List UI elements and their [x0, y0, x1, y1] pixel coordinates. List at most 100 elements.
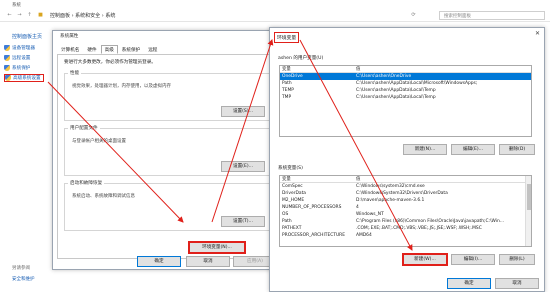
forward-arrow-icon[interactable]: →: [16, 12, 23, 19]
dialog-title: 系统属性: [53, 31, 280, 41]
table-header: 变量 值: [280, 66, 531, 73]
dialog-title: 环境变量: [274, 32, 300, 43]
scrollbar[interactable]: [525, 176, 531, 246]
performance-group: 性能 视觉效果，处理器计划，内存使用，以及虚拟内存 设置(S)...: [64, 70, 272, 121]
var-name: PATHEXT: [282, 226, 302, 231]
sidebar-item-label: 设备管理器: [12, 46, 35, 51]
search-input[interactable]: 搜索控制面板: [439, 11, 545, 20]
performance-settings-button[interactable]: 设置(S)...: [221, 106, 265, 117]
table-row[interactable]: TMP C:\Users\ashen\AppData\Local\Temp: [280, 94, 531, 101]
environment-variables-button[interactable]: 环境变量(N)...: [189, 242, 245, 253]
user-new-button[interactable]: 新建(N)...: [403, 144, 447, 155]
shield-icon: [5, 75, 11, 81]
breadcrumb[interactable]: 控制面板 › 系统和安全 › 系统: [50, 12, 115, 19]
table-row[interactable]: Path C:\Program Files (x86)\Common Files…: [280, 218, 531, 225]
system-vars-label: 系统变量(S): [278, 166, 303, 171]
group-title: 性能: [68, 70, 82, 76]
sidebar-item-label: 高级系统设置: [13, 76, 41, 81]
back-arrow-icon[interactable]: ←: [6, 12, 13, 19]
environment-variables-dialog: 环境变量 ✕ ashen 的用户变量(U) 变量 值 OneDrive C:\U…: [269, 27, 545, 292]
see-also-heading: 另请参阅: [12, 266, 30, 271]
group-title: 启动和故障恢复: [68, 180, 105, 186]
var-name: ComSpec: [282, 184, 303, 189]
table-header: 变量 值: [280, 176, 531, 183]
security-maintenance-link[interactable]: 安全和维护: [12, 276, 35, 282]
var-value: C:\Users\ashen\AppData\Local\Temp: [356, 88, 436, 93]
column-header-var: 变量: [282, 67, 291, 72]
shield-icon: [4, 45, 10, 51]
tab-strip: 计算机名 硬件 高级 系统保护 远程: [57, 45, 161, 54]
window-title: 系统: [12, 3, 21, 8]
sidebar-item-device-manager[interactable]: 设备管理器: [4, 44, 35, 52]
tab-remote[interactable]: 远程: [144, 45, 161, 54]
user-edit-button[interactable]: 编辑(E)...: [451, 144, 495, 155]
var-name: M2_HOME: [282, 198, 305, 203]
table-row[interactable]: ComSpec C:\Windows\system32\cmd.exe: [280, 183, 531, 190]
up-arrow-icon[interactable]: ↑: [26, 12, 33, 19]
var-value: C:\Users\ashen\AppData\Local\Microsoft\W…: [356, 81, 478, 86]
system-delete-button[interactable]: 删除(L): [499, 254, 535, 265]
table-row[interactable]: OS Windows_NT: [280, 211, 531, 218]
system-edit-button[interactable]: 编辑(I)...: [451, 254, 495, 265]
tab-computer-name[interactable]: 计算机名: [57, 45, 83, 54]
user-vars-table[interactable]: 变量 值 OneDrive C:\Users\ashen\OneDrive Pa…: [279, 65, 532, 137]
startup-recovery-group: 启动和故障恢复 系统启动、系统故障和调试信息 设置(T)...: [64, 180, 272, 231]
folder-icon: ■: [38, 12, 43, 18]
shield-icon: [4, 55, 10, 61]
var-name: DriverData: [282, 191, 306, 196]
refresh-icon[interactable]: ⟳: [410, 12, 417, 19]
var-value: C:\Program Files (x86)\Common Files\Orac…: [356, 219, 504, 224]
control-panel-home-link[interactable]: 控制面板主页: [12, 33, 42, 40]
var-name: OneDrive: [282, 74, 303, 79]
ok-button[interactable]: 确定: [447, 278, 491, 289]
tab-system-protection[interactable]: 系统保护: [118, 45, 144, 54]
close-icon[interactable]: ✕: [535, 30, 540, 37]
var-name: PROCESSOR_ARCHITECTURE: [282, 233, 346, 238]
sidebar-item-label: 远程设置: [12, 56, 31, 61]
table-row[interactable]: DriverData C:\Windows\System32\Drivers\D…: [280, 190, 531, 197]
ok-button[interactable]: 确定: [137, 256, 181, 267]
tab-advanced[interactable]: 高级: [100, 45, 118, 54]
table-row[interactable]: TEMP C:\Users\ashen\AppData\Local\Temp: [280, 87, 531, 94]
column-header-val: 值: [356, 177, 361, 182]
system-vars-table[interactable]: 变量 值 ComSpec C:\Windows\system32\cmd.exe…: [279, 175, 532, 247]
group-title: 用户配置文件: [68, 125, 100, 131]
system-properties-dialog: 系统属性 ✕ 计算机名 硬件 高级 系统保护 远程 要进行大多数更改，你必须作为…: [52, 30, 281, 270]
var-value: Windows_NT: [356, 212, 384, 217]
var-value: AMD64: [356, 233, 372, 238]
group-description: 视觉效果，处理器计划，内存使用，以及虚拟内存: [72, 84, 171, 89]
admin-note: 要进行大多数更改，你必须作为管理员登录。: [64, 60, 156, 65]
shield-icon: [4, 65, 10, 71]
var-value: 4: [356, 205, 359, 210]
group-description: 系统启动、系统故障和调试信息: [72, 194, 135, 199]
cancel-button[interactable]: 取消: [186, 256, 230, 267]
left-navigation: 控制面板主页 设备管理器 远程设置 系统保护 高级系统设置: [0, 22, 52, 292]
table-row[interactable]: NUMBER_OF_PROCESSORS 4: [280, 204, 531, 211]
user-delete-button[interactable]: 删除(D): [499, 144, 535, 155]
sidebar-item-system-protection[interactable]: 系统保护: [4, 64, 30, 72]
table-row[interactable]: M2_HOME D:\maven\apache-maven-3.6.1: [280, 197, 531, 204]
var-name: Path: [282, 81, 292, 86]
group-description: 与登录帐户相关的桌面设置: [72, 139, 126, 144]
startup-settings-button[interactable]: 设置(T)...: [221, 216, 265, 227]
advanced-tab-panel: 要进行大多数更改，你必须作为管理员登录。 性能 视觉效果，处理器计划，内存使用，…: [57, 54, 278, 259]
var-name: TMP: [282, 95, 292, 100]
user-profiles-group: 用户配置文件 与登录帐户相关的桌面设置 设置(E)...: [64, 125, 272, 176]
cancel-button[interactable]: 取消: [495, 278, 539, 289]
table-row[interactable]: PATHEXT .COM;.EXE;.BAT;.CMD;.VBS;.VBE;.J…: [280, 225, 531, 232]
tab-hardware[interactable]: 硬件: [83, 45, 100, 54]
sidebar-item-remote-settings[interactable]: 远程设置: [4, 54, 30, 62]
sidebar-item-label: 系统保护: [12, 66, 31, 71]
var-name: TEMP: [282, 88, 294, 93]
var-value: D:\maven\apache-maven-3.6.1: [356, 198, 425, 203]
var-name: Path: [282, 219, 292, 224]
table-row[interactable]: Path C:\Users\ashen\AppData\Local\Micros…: [280, 80, 531, 87]
system-new-button[interactable]: 新建(W)...: [403, 254, 447, 265]
sidebar-item-advanced-system-settings[interactable]: 高级系统设置: [4, 74, 44, 82]
table-row[interactable]: PROCESSOR_ARCHITECTURE AMD64: [280, 232, 531, 239]
scroll-thumb[interactable]: [527, 184, 531, 210]
user-profiles-settings-button[interactable]: 设置(E)...: [221, 161, 265, 172]
var-name: NUMBER_OF_PROCESSORS: [282, 205, 342, 210]
table-row[interactable]: OneDrive C:\Users\ashen\OneDrive: [280, 73, 531, 80]
var-value: C:\Users\ashen\OneDrive: [356, 74, 412, 79]
